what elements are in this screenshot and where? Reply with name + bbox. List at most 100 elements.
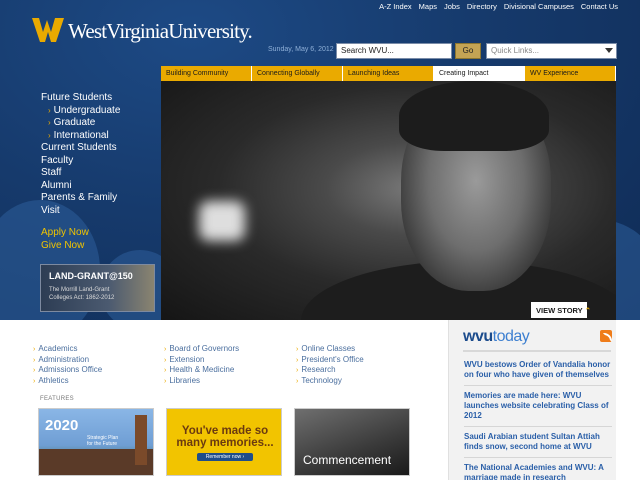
news-item[interactable]: WVU bestows Order of Vandalia honor on f… — [464, 360, 612, 386]
link-health-medicine[interactable]: › Health & Medicine — [164, 365, 239, 376]
link-board-of-governors[interactable]: › Board of Governors — [164, 344, 239, 355]
nav-label: International — [53, 129, 109, 141]
arrow-icon: › — [296, 377, 299, 385]
arrow-icon: › — [33, 367, 36, 374]
nav-international[interactable]: › International — [41, 130, 120, 143]
land-grant-title: LAND-GRANT@150 — [49, 271, 133, 281]
nav-parents-family[interactable]: Parents & Family — [41, 192, 120, 205]
land-grant-line-1: The Morrill Land-Grant — [49, 287, 110, 293]
chevron-up-icon: ⌃ — [584, 306, 591, 315]
link-online-classes[interactable]: › Online Classes — [296, 344, 364, 355]
arrow-icon: › — [48, 105, 51, 115]
quick-links-select[interactable]: Quick Links... — [486, 43, 617, 59]
links-column-2: › Board of Governors › Extension › Health &… — [164, 344, 239, 386]
view-story-label: VIEW STORY — [536, 306, 583, 315]
logo-text: WestVirginiaUniversity. — [68, 18, 253, 43]
link-label: Athletics — [38, 375, 69, 385]
chevron-down-icon — [605, 48, 613, 53]
wvu-today-logo[interactable]: wvutoday — [463, 328, 530, 346]
links-column-1: › Academics › Administration › Admissions O… — [33, 344, 102, 386]
remember-now-button[interactable]: Remember now › — [197, 453, 253, 461]
link-label: Online Classes — [301, 344, 356, 353]
link-label: Research — [301, 365, 336, 374]
wv-flying-logo-icon — [32, 18, 64, 42]
utility-link-a-z-index[interactable]: A-Z Index — [379, 2, 412, 11]
view-story-button[interactable]: VIEW STORY ⌃ — [531, 302, 591, 318]
feature-commencement-title: Commencement — [303, 453, 392, 467]
wvu-logo[interactable]: WestVirginiaUniversity. — [32, 14, 253, 48]
audience-nav: Future Students › Undergraduate › Graduate… — [41, 92, 120, 252]
arrow-icon: › — [33, 356, 36, 364]
tab-connecting-globally[interactable]: Connecting Globally — [252, 66, 343, 81]
photo-hair — [399, 81, 549, 151]
link-presidents-office[interactable]: › President's Office — [296, 355, 364, 366]
feature-memories[interactable]: You've made so many memories... Remember… — [166, 408, 282, 476]
link-research[interactable]: › Research — [296, 365, 364, 376]
arrow-icon: › — [296, 356, 299, 364]
news-item[interactable]: The National Academies and WVU: A marria… — [464, 463, 612, 480]
tab-wv-experience[interactable]: WV Experience — [525, 66, 616, 81]
tab-creating-impact[interactable]: Creating Impact — [434, 66, 525, 81]
link-athletics[interactable]: › Athletics — [33, 376, 102, 387]
link-label: Administration — [38, 354, 90, 364]
link-libraries[interactable]: › Libraries — [164, 376, 239, 387]
bokeh-light — [199, 201, 245, 241]
link-admissions-office[interactable]: › Admissions Office — [33, 365, 102, 376]
wvu-today-logo-t: today — [492, 328, 530, 345]
nav-undergraduate[interactable]: › Undergraduate — [41, 105, 120, 118]
utility-link-contact-us[interactable]: Contact Us — [581, 2, 618, 11]
arrow-icon: › — [48, 118, 51, 127]
utility-link-jobs[interactable]: Jobs — [444, 2, 460, 11]
nav-visit[interactable]: Visit — [41, 205, 120, 218]
hero-photo[interactable] — [161, 81, 616, 320]
land-grant-banner[interactable]: LAND-GRANT@150 The Morrill Land-Grant Co… — [40, 264, 155, 312]
link-label: Board of Governors — [169, 344, 240, 353]
link-label: Health & Medicine — [169, 365, 235, 374]
nav-staff[interactable]: Staff — [41, 167, 120, 180]
links-column-3: › Online Classes › President's Office › Res… — [296, 344, 364, 386]
tab-launching-ideas[interactable]: Launching Ideas — [343, 66, 434, 81]
nav-graduate[interactable]: › Graduate — [41, 117, 120, 130]
utility-nav: A-Z Index Maps Jobs Directory Divisional… — [379, 2, 618, 11]
apply-now-link[interactable]: Apply Now — [41, 227, 120, 240]
arrow-icon: › — [296, 346, 299, 353]
divider — [463, 350, 611, 352]
nav-alumni[interactable]: Alumni — [41, 180, 120, 193]
rss-icon[interactable] — [600, 330, 612, 342]
feature-2020-title: 2020 — [45, 417, 79, 434]
feature-memories-title: You've made so many memories... — [176, 425, 274, 449]
news-item[interactable]: Memories are made here: WVU launches web… — [464, 391, 612, 427]
feature-tabs: Building Community Connecting Globally L… — [161, 66, 616, 81]
utility-link-maps[interactable]: Maps — [419, 2, 437, 11]
news-item[interactable]: Saudi Arabian student Sultan Attiah find… — [464, 432, 612, 458]
nav-future-students[interactable]: Future Students — [41, 92, 120, 105]
link-label: Admissions Office — [38, 365, 103, 374]
search-input[interactable]: Search WVU... — [336, 43, 452, 59]
nav-faculty[interactable]: Faculty — [41, 155, 120, 168]
current-date: Sunday, May 6, 2012 — [268, 46, 334, 53]
link-label: Libraries — [169, 375, 201, 385]
features-heading: FEATURES — [40, 396, 74, 402]
link-extension[interactable]: › Extension — [164, 355, 239, 366]
nav-label: Undergraduate — [53, 104, 121, 116]
link-academics[interactable]: › Academics — [33, 344, 102, 355]
feature-commencement[interactable]: Commencement — [294, 408, 410, 476]
give-now-link[interactable]: Give Now — [41, 240, 120, 253]
quick-links-placeholder: Quick Links... — [491, 46, 540, 55]
arrow-icon: › — [164, 346, 167, 353]
wvu-today-logo-w: wvu — [463, 328, 493, 345]
go-button[interactable]: Go — [455, 43, 481, 59]
feature-2020-sub-2: for the Future — [87, 441, 118, 447]
nav-current-students[interactable]: Current Students — [41, 142, 120, 155]
link-administration[interactable]: › Administration — [33, 355, 102, 366]
link-technology[interactable]: › Technology — [296, 376, 364, 387]
arrow-icon: › — [296, 367, 299, 374]
feature-2020-strategic-plan[interactable]: 2020 Strategic Plan for the Future — [38, 408, 154, 476]
link-label: Academics — [38, 344, 78, 353]
arrow-icon: › — [33, 346, 36, 353]
tab-building-community[interactable]: Building Community — [161, 66, 252, 81]
utility-link-divisional-campuses[interactable]: Divisional Campuses — [504, 2, 574, 11]
land-grant-line-2: Colleges Act: 1862-2012 — [49, 295, 115, 301]
feature-2020-subtitle: Strategic Plan for the Future — [87, 435, 118, 447]
utility-link-directory[interactable]: Directory — [467, 2, 497, 11]
